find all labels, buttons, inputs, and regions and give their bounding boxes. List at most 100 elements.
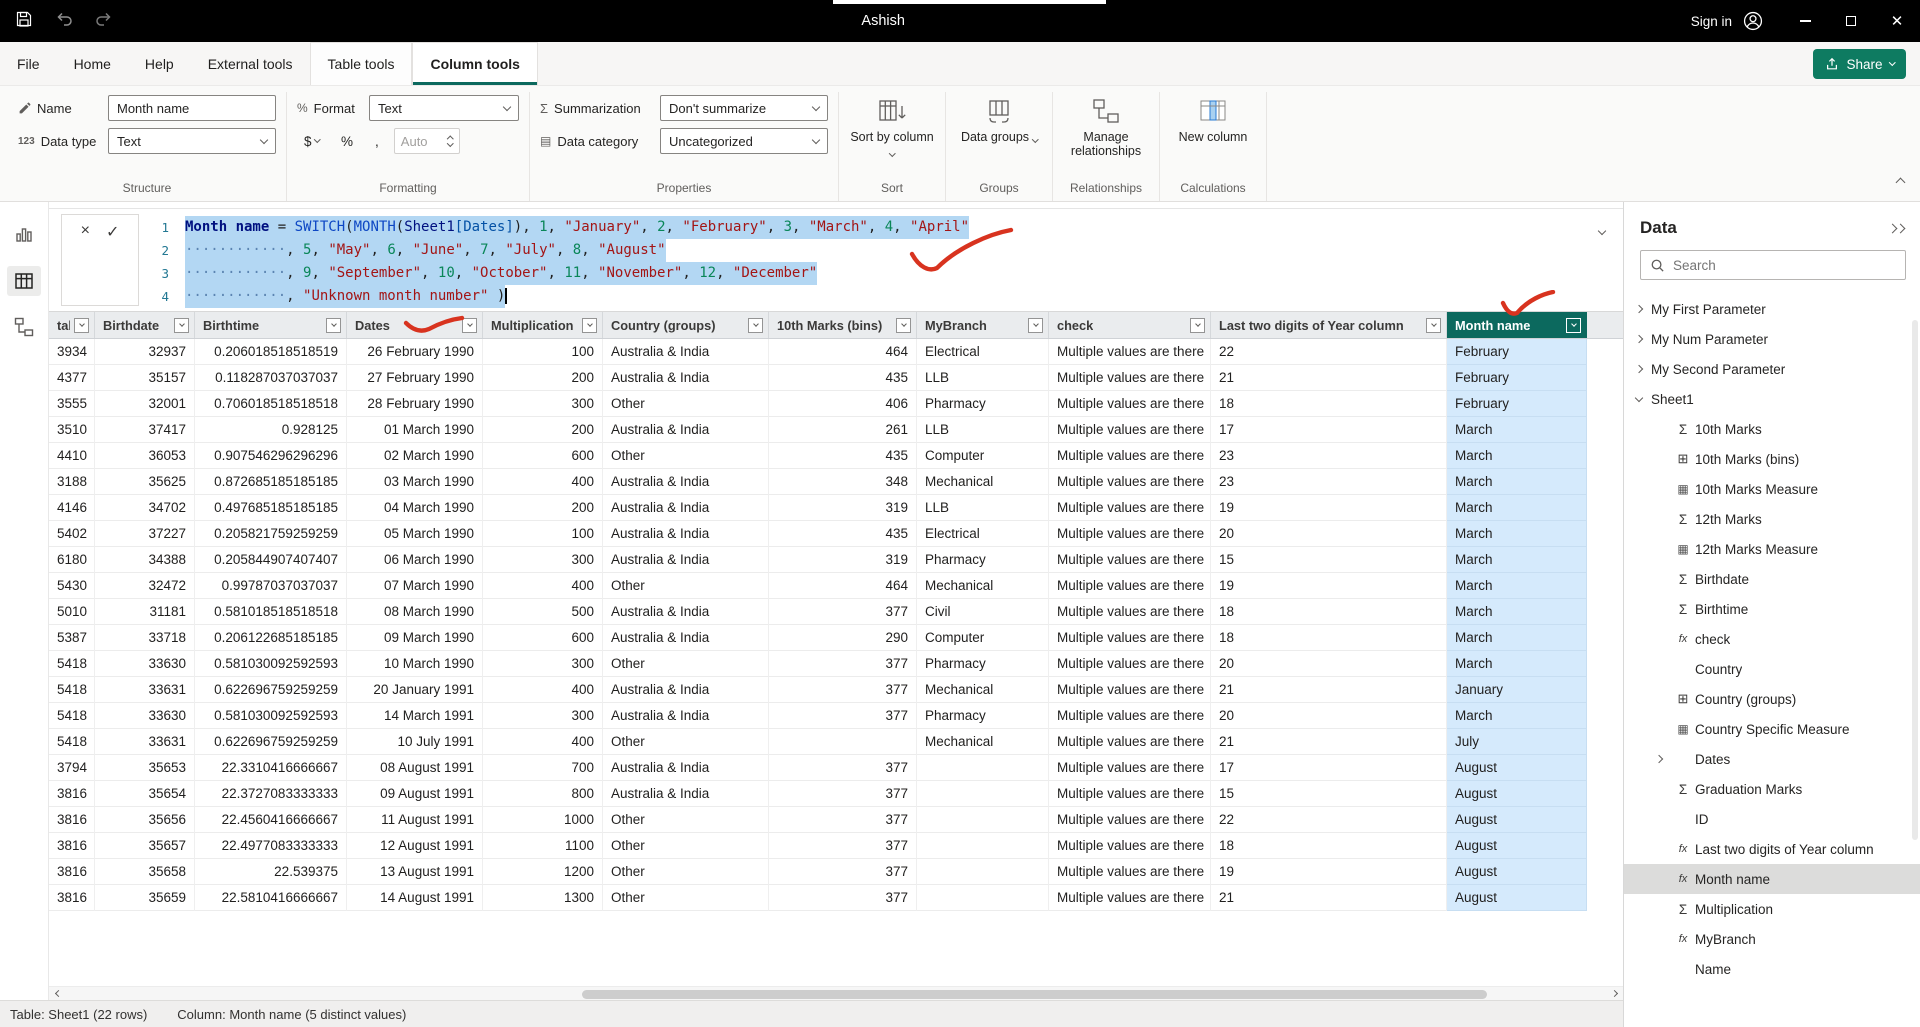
table-cell[interactable]: 1300	[483, 885, 603, 911]
field-item-country[interactable]: Country	[1624, 654, 1920, 684]
column-header-mybranch[interactable]: MyBranch	[917, 312, 1049, 338]
table-cell[interactable]: 13 August 1991	[347, 859, 483, 885]
table-cell[interactable]: 5387	[49, 625, 95, 651]
commit-formula-button[interactable]: ✓	[106, 222, 119, 305]
table-cell[interactable]: 0.581030092592593	[195, 703, 347, 729]
table-cell[interactable]: Australia & India	[603, 677, 769, 703]
table-cell[interactable]: 21	[1211, 365, 1447, 391]
column-filter-button[interactable]	[896, 318, 911, 333]
table-cell[interactable]: 22.3310416666667	[195, 755, 347, 781]
table-cell[interactable]: 3555	[49, 391, 95, 417]
decimal-places-spinner[interactable]: Auto	[394, 128, 460, 154]
table-cell[interactable]: 26 February 1990	[347, 339, 483, 365]
table-row[interactable]: 5010311810.58101851851851808 March 19905…	[49, 599, 1623, 625]
table-cell[interactable]: 35659	[95, 885, 195, 911]
table-cell[interactable]: 0.497685185185185	[195, 495, 347, 521]
field-item-birthdate[interactable]: Birthdate	[1624, 564, 1920, 594]
table-cell[interactable]: 22	[1211, 339, 1447, 365]
tab-table-tools[interactable]: Table tools	[310, 42, 413, 85]
table-cell[interactable]: 0.118287037037037	[195, 365, 347, 391]
table-cell[interactable]	[769, 729, 917, 755]
table-cell[interactable]: 08 August 1991	[347, 755, 483, 781]
table-cell[interactable]: 20	[1211, 703, 1447, 729]
table-cell[interactable]: July	[1447, 729, 1587, 755]
formula-line-4[interactable]: 4············, "Unknown month number" )	[149, 285, 1623, 308]
table-cell[interactable]	[917, 859, 1049, 885]
field-item-mybranch[interactable]: MyBranch	[1624, 924, 1920, 954]
table-cell[interactable]: 5010	[49, 599, 95, 625]
table-cell[interactable]: 290	[769, 625, 917, 651]
table-cell[interactable]: 200	[483, 417, 603, 443]
table-row[interactable]: 3188356250.87268518518518503 March 19904…	[49, 469, 1623, 495]
table-cell[interactable]: Multiple values are there	[1049, 547, 1211, 573]
field-item-graduation-marks[interactable]: Graduation Marks	[1624, 774, 1920, 804]
column-filter-button[interactable]	[174, 318, 189, 333]
table-cell[interactable]: 34702	[95, 495, 195, 521]
table-cell[interactable]: Multiple values are there	[1049, 781, 1211, 807]
column-header-last-two-digits-of-year-column[interactable]: Last two digits of Year column	[1211, 312, 1447, 338]
table-cell[interactable]: 5430	[49, 573, 95, 599]
table-cell[interactable]: March	[1447, 651, 1587, 677]
table-row[interactable]: 38163565922.581041666666714 August 19911…	[49, 885, 1623, 911]
column-filter-button[interactable]	[582, 318, 597, 333]
table-cell[interactable]: 300	[483, 391, 603, 417]
table-cell[interactable]: 18	[1211, 391, 1447, 417]
close-button[interactable]: ✕	[1874, 0, 1920, 42]
column-filter-button[interactable]	[1028, 318, 1043, 333]
new-column-button[interactable]: New column	[1170, 94, 1256, 144]
collapse-pane-button[interactable]	[1889, 225, 1904, 232]
column-header-dates[interactable]: Dates	[347, 312, 483, 338]
table-cell[interactable]: 01 March 1990	[347, 417, 483, 443]
table-cell[interactable]: August	[1447, 781, 1587, 807]
cancel-formula-button[interactable]: ×	[81, 222, 90, 305]
table-cell[interactable]: Australia & India	[603, 703, 769, 729]
field-item-10th-marks-bins[interactable]: 10th Marks (bins)	[1624, 444, 1920, 474]
table-cell[interactable]: March	[1447, 599, 1587, 625]
field-item-month-name[interactable]: Month name	[1624, 864, 1920, 894]
table-cell[interactable]: Pharmacy	[917, 651, 1049, 677]
table-cell[interactable]: 22.4977083333333	[195, 833, 347, 859]
table-cell[interactable]: 300	[483, 703, 603, 729]
table-cell[interactable]: 3816	[49, 781, 95, 807]
table-cell[interactable]: 35157	[95, 365, 195, 391]
table-cell[interactable]: LLB	[917, 495, 1049, 521]
table-cell[interactable]: 17	[1211, 417, 1447, 443]
table-cell[interactable]: Other	[603, 651, 769, 677]
column-filter-button[interactable]	[1190, 318, 1205, 333]
table-cell[interactable]: 4377	[49, 365, 95, 391]
field-item-12th-marks[interactable]: 12th Marks	[1624, 504, 1920, 534]
table-cell[interactable]: January	[1447, 677, 1587, 703]
table-cell[interactable]: 22.3727083333333	[195, 781, 347, 807]
column-header-tal[interactable]: tal	[49, 312, 95, 338]
table-cell[interactable]: August	[1447, 885, 1587, 911]
formula-line-1[interactable]: 1Month name = SWITCH(MONTH(Sheet1[Dates]…	[149, 216, 1623, 239]
table-cell[interactable]: 18	[1211, 833, 1447, 859]
table-cell[interactable]: March	[1447, 547, 1587, 573]
summarization-dropdown[interactable]: Don't summarize	[660, 95, 828, 121]
table-cell[interactable]: 35625	[95, 469, 195, 495]
table-cell[interactable]: 435	[769, 521, 917, 547]
column-header-country-groups[interactable]: Country (groups)	[603, 312, 769, 338]
save-button[interactable]	[16, 11, 32, 32]
sign-in-button[interactable]: Sign in	[1691, 10, 1764, 32]
table-cell[interactable]: 12 August 1991	[347, 833, 483, 859]
manage-relationships-button[interactable]: Manage relationships	[1063, 94, 1149, 159]
table-cell[interactable]: Multiple values are there	[1049, 339, 1211, 365]
table-cell[interactable]: 36053	[95, 443, 195, 469]
table-cell[interactable]: 1000	[483, 807, 603, 833]
table-cell[interactable]	[917, 755, 1049, 781]
table-cell[interactable]: March	[1447, 521, 1587, 547]
table-cell[interactable]: March	[1447, 495, 1587, 521]
table-cell[interactable]: 500	[483, 599, 603, 625]
data-groups-button[interactable]: Data groups	[956, 94, 1042, 144]
field-item-my-num-parameter[interactable]: My Num Parameter	[1624, 324, 1920, 354]
table-cell[interactable]: 377	[769, 599, 917, 625]
table-cell[interactable]: Multiple values are there	[1049, 599, 1211, 625]
table-row[interactable]: 5418336300.58103009259259310 March 19903…	[49, 651, 1623, 677]
table-cell[interactable]: 800	[483, 781, 603, 807]
column-header-birthtime[interactable]: Birthtime	[195, 312, 347, 338]
table-cell[interactable]: 377	[769, 703, 917, 729]
tab-column-tools[interactable]: Column tools	[412, 42, 537, 85]
table-cell[interactable]: Other	[603, 833, 769, 859]
table-cell[interactable]: 435	[769, 443, 917, 469]
